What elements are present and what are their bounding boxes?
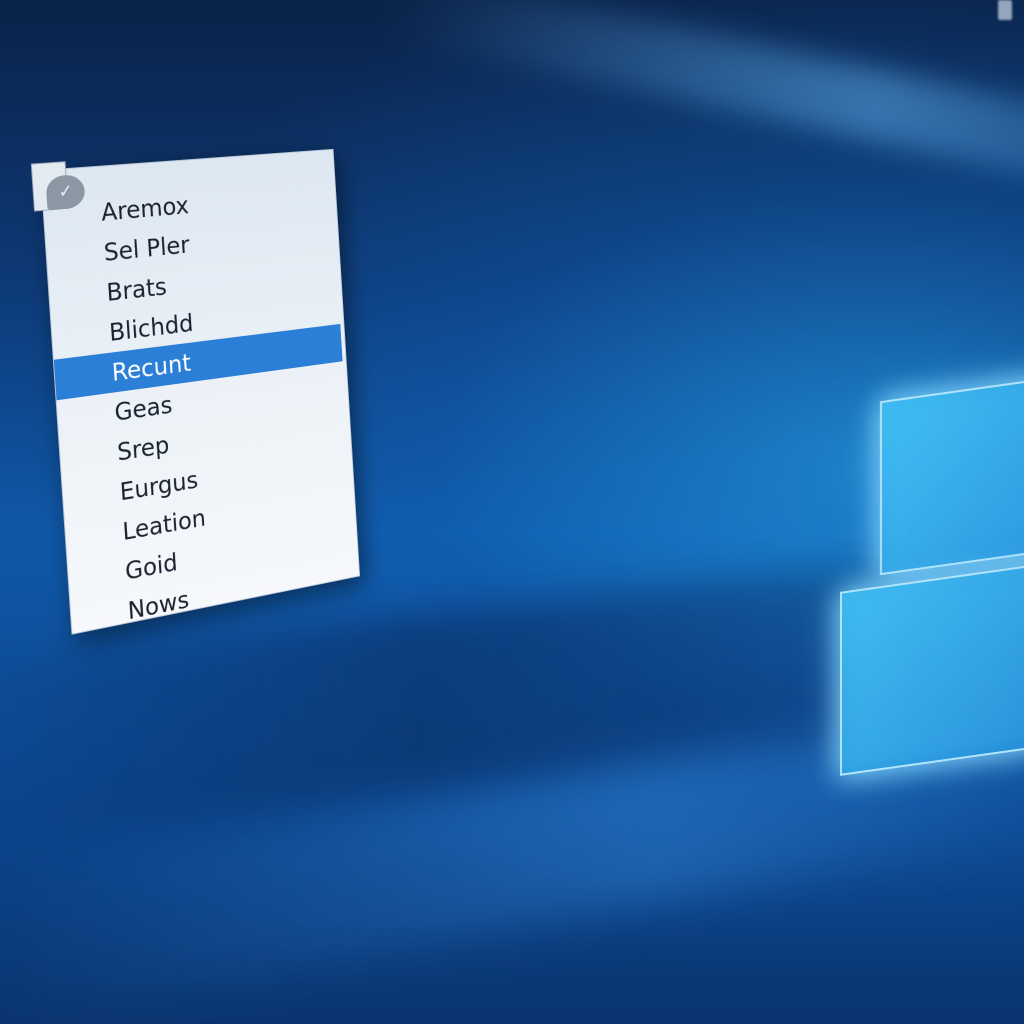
corner-indicator-icon bbox=[998, 0, 1012, 20]
context-menu: ✓ Aremox Sel Pler Brats Blichdd Recunt G… bbox=[40, 149, 360, 635]
windows-logo bbox=[840, 353, 1024, 807]
windows-logo-pane bbox=[840, 563, 1024, 776]
document-chat-icon: ✓ bbox=[31, 160, 80, 211]
windows-logo-pane bbox=[880, 373, 1024, 576]
desktop-background: ✓ Aremox Sel Pler Brats Blichdd Recunt G… bbox=[0, 0, 1024, 1024]
context-menu-container: ✓ Aremox Sel Pler Brats Blichdd Recunt G… bbox=[40, 149, 360, 635]
light-beam bbox=[383, 0, 1024, 223]
chat-bubble-icon: ✓ bbox=[45, 174, 85, 211]
